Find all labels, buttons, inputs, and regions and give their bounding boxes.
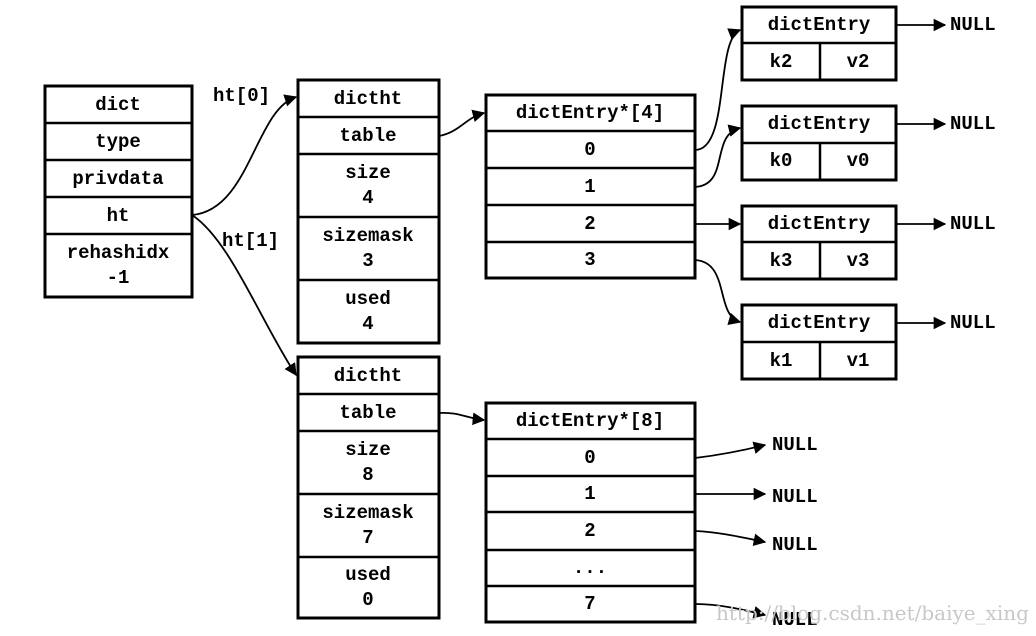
dict-privdata: privdata: [72, 168, 163, 190]
null-label: NULL: [772, 486, 818, 508]
dict-entry-k2: dictEntry k2 v2: [740, 5, 898, 82]
dictht-0: dictht table size 4 sizemask 3 used 4: [296, 78, 441, 345]
watermark: http://blog.csdn.net/baiye_xing: [716, 601, 1029, 625]
dictht1-size-label: size: [345, 439, 391, 461]
array4-slot: 2: [584, 213, 595, 235]
null-label: NULL: [950, 113, 996, 135]
entry-title: dictEntry: [768, 213, 871, 235]
dictht1-sizemask: 7: [362, 527, 373, 549]
entry-key: k2: [770, 51, 793, 73]
null-label: NULL: [950, 312, 996, 334]
array4-slot: 1: [584, 176, 595, 198]
array4-slot: 3: [584, 249, 595, 271]
null-label: NULL: [772, 434, 818, 456]
dictentry-array-4: dictEntry*[4] 0 1 2 3: [484, 93, 697, 280]
slot3-arrow: [694, 259, 742, 325]
array8-slot: 1: [584, 483, 595, 505]
entry-value: v2: [847, 51, 870, 73]
dictht0-sizemask-label: sizemask: [322, 225, 413, 247]
entry-value: v0: [847, 150, 870, 172]
dictht0-size: 4: [362, 187, 373, 209]
entry-key: k0: [770, 150, 793, 172]
redis-dict-diagram: dict type privdata ht rehashidx -1 ht[0]…: [43, 5, 1029, 631]
dictht1-title: dictht: [334, 365, 402, 387]
dictht-1: dictht table size 8 sizemask 7 used 0: [296, 355, 441, 620]
array4-slot: 0: [584, 139, 595, 161]
array8-slot: ...: [573, 557, 607, 579]
dict-ht: ht: [107, 205, 130, 227]
dictht1-used-label: used: [345, 564, 391, 586]
dict-entry-k0: dictEntry k0 v0: [740, 104, 898, 182]
dictht1-used: 0: [362, 589, 373, 611]
dict-struct: dict type privdata ht rehashidx -1: [43, 84, 194, 299]
dictht0-size-label: size: [345, 162, 391, 184]
null-arrow: [694, 530, 767, 546]
slot0-arrow: [694, 28, 742, 151]
dictht0-table: table: [339, 125, 396, 147]
dictht0-sizemask: 3: [362, 250, 373, 272]
entry-value: v3: [847, 250, 870, 272]
dict-rehashidx-label: rehashidx: [67, 242, 170, 264]
null-arrow: [694, 441, 767, 459]
null-label: NULL: [772, 534, 818, 556]
entry-title: dictEntry: [768, 312, 871, 334]
ht0-label: ht[0]: [213, 85, 270, 107]
dict-entry-k1: dictEntry k1 v1: [740, 303, 898, 381]
ht1-label: ht[1]: [222, 230, 279, 252]
entry-key: k3: [770, 250, 793, 272]
dict-entry-k3: dictEntry k3 v3: [740, 204, 898, 281]
entry-title: dictEntry: [768, 14, 871, 36]
dictentry-array-8: dictEntry*[8] 0 1 2 ... 7: [484, 401, 697, 624]
dictht1-sizemask-label: sizemask: [322, 502, 413, 524]
array8-slot: 0: [584, 447, 595, 469]
array8-slot: 7: [584, 593, 595, 615]
null-label: NULL: [950, 14, 996, 36]
slot1-arrow: [694, 124, 742, 188]
table1-arrow: [438, 412, 486, 426]
array4-title: dictEntry*[4]: [516, 102, 664, 124]
dict-type: type: [95, 131, 141, 153]
array8-slot: 2: [584, 520, 595, 542]
dictht1-table: table: [339, 402, 396, 424]
dictht1-size: 8: [362, 464, 373, 486]
dict-rehashidx-value: -1: [107, 267, 130, 289]
dictht0-used: 4: [362, 313, 373, 335]
null-label: NULL: [950, 213, 996, 235]
array8-title: dictEntry*[8]: [516, 410, 664, 432]
ht0-arrow: [191, 94, 298, 216]
entry-value: v1: [847, 350, 870, 372]
dict-title: dict: [95, 94, 141, 116]
dictht0-used-label: used: [345, 288, 391, 310]
table0-arrow: [438, 109, 486, 137]
entry-key: k1: [770, 350, 793, 372]
entry-title: dictEntry: [768, 113, 871, 135]
dictht0-title: dictht: [334, 88, 402, 110]
